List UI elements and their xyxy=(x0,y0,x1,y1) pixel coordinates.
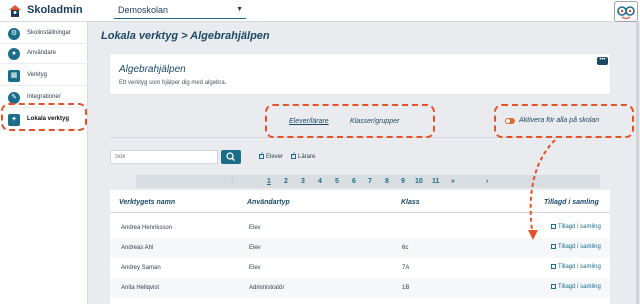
annotation-arrow xyxy=(528,139,556,240)
